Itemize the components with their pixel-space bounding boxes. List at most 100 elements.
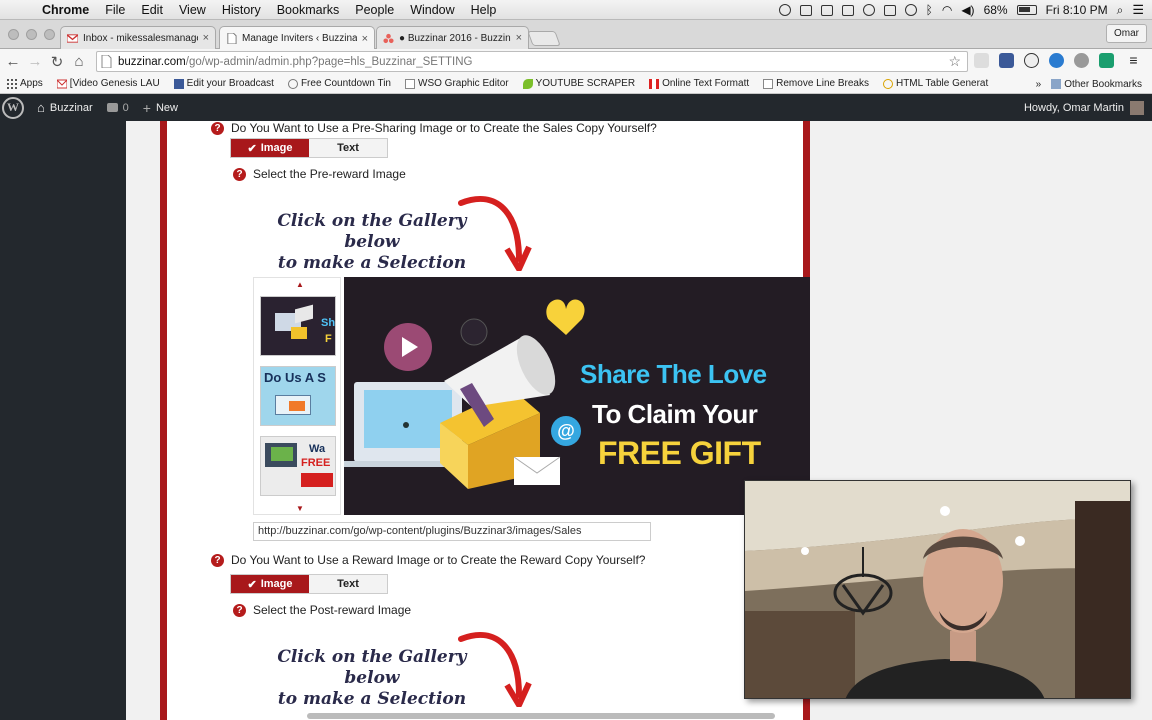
spotlight-search-icon[interactable]: ⌕ <box>1117 3 1124 18</box>
bluetooth-icon[interactable]: ᛒ <box>926 3 933 17</box>
thumbnail-do-us-a-solid[interactable]: Do Us A S <box>260 366 336 426</box>
bookmark-wso-editor[interactable]: WSO Graphic Editor <box>398 78 516 89</box>
bookmarks-overflow-button[interactable]: » <box>1036 79 1042 90</box>
question-text: Do You Want to Use a Reward Image or to … <box>231 553 646 567</box>
help-icon[interactable]: ? <box>211 121 224 135</box>
close-tab-icon[interactable]: × <box>203 32 209 44</box>
battery-icon[interactable] <box>1016 5 1037 15</box>
camera-icon[interactable] <box>883 4 896 16</box>
window-controls <box>8 29 55 40</box>
airplay-icon[interactable] <box>820 4 833 16</box>
image-gallery: ▲ Sh F Do Us A S Wa FREE ▼ @ Share The L… <box>253 277 811 515</box>
help-icon[interactable]: ? <box>211 553 224 567</box>
toggle-image-button[interactable]: ✔ Image <box>231 575 309 593</box>
megaphone-illustration: @ <box>344 299 585 489</box>
admin-sidebar <box>0 121 126 720</box>
scroll-down-arrow-icon[interactable]: ▼ <box>292 504 308 514</box>
site-name: Buzzinar <box>49 101 93 114</box>
menu-file[interactable]: File <box>97 3 133 17</box>
close-window-button[interactable] <box>8 29 19 40</box>
toggle-image-button[interactable]: ✔ Image <box>231 139 309 157</box>
home-icon[interactable]: ⌂ <box>68 53 90 70</box>
flag-icon <box>649 78 660 89</box>
wifi-icon[interactable]: ◠ <box>942 3 952 17</box>
new-content-link[interactable]: + New <box>136 100 185 116</box>
bookmark-countdown[interactable]: Free Countdown Tin <box>281 78 398 89</box>
extension-badge-icon[interactable] <box>1074 53 1089 68</box>
menu-bookmarks[interactable]: Bookmarks <box>269 3 348 17</box>
image-url-input[interactable]: http://buzzinar.com/go/wp-content/plugin… <box>253 522 651 541</box>
curved-arrow-icon <box>458 632 532 707</box>
extension-info-icon[interactable] <box>1024 53 1039 68</box>
forward-arrow-icon[interactable]: → <box>24 53 46 70</box>
help-icon[interactable]: ? <box>233 603 246 617</box>
time-machine-icon[interactable] <box>904 4 917 16</box>
tab-inbox[interactable]: Inbox - mikessalesmanage × <box>60 26 216 49</box>
menu-app-name[interactable]: Chrome <box>34 3 97 17</box>
hint-line: Click on the Gallery below <box>277 211 467 252</box>
minimize-window-button[interactable] <box>26 29 37 40</box>
address-bar[interactable]: buzzinar.com/go/wp-admin/admin.php?page=… <box>96 51 968 72</box>
other-bookmarks[interactable]: Other Bookmarks <box>1051 79 1142 90</box>
thumbnail-want-free[interactable]: Wa FREE <box>260 436 336 496</box>
menu-people[interactable]: People <box>347 3 402 17</box>
menu-help[interactable]: Help <box>463 3 505 17</box>
extension-c-icon[interactable] <box>1049 53 1064 68</box>
extension-y-icon[interactable] <box>1099 53 1114 68</box>
webcam-video <box>745 481 1130 698</box>
close-tab-icon[interactable]: × <box>362 33 368 45</box>
extension-puzzle-icon[interactable] <box>974 53 989 68</box>
comments-link[interactable]: 0 <box>100 102 136 114</box>
question-text: Do You Want to Use a Pre-Sharing Image o… <box>231 121 657 135</box>
menu-view[interactable]: View <box>171 3 214 17</box>
bookmark-remove-line-breaks[interactable]: Remove Line Breaks <box>756 78 876 89</box>
menu-history[interactable]: History <box>214 3 269 17</box>
maximize-window-button[interactable] <box>44 29 55 40</box>
tab-manage-inviters[interactable]: Manage Inviters ‹ Buzzinar × <box>219 26 375 50</box>
scroll-up-arrow-icon[interactable]: ▲ <box>292 280 308 290</box>
bookmark-star-icon[interactable]: ☆ <box>948 53 961 70</box>
volume-icon[interactable]: ◀) <box>961 3 974 17</box>
site-name-link[interactable]: ⌂ Buzzinar <box>30 100 100 115</box>
menu-edit[interactable]: Edit <box>133 3 171 17</box>
status-check-icon[interactable] <box>778 4 791 16</box>
my-account-menu[interactable]: Howdy, Omar Martin <box>1023 100 1144 115</box>
reload-icon[interactable]: ↻ <box>46 53 68 71</box>
notification-center-icon[interactable]: ☰ <box>1132 2 1144 18</box>
page-info-icon[interactable] <box>101 55 112 68</box>
back-arrow-icon[interactable]: ← <box>2 53 24 70</box>
evernote-icon[interactable] <box>799 4 812 16</box>
tab-buzzinar-2016[interactable]: ● Buzzinar 2016 - Buzzina × <box>376 26 529 49</box>
gmail-icon <box>56 79 67 88</box>
howdy-text: Howdy, Omar Martin <box>1023 101 1124 114</box>
info-icon[interactable] <box>862 4 875 16</box>
wp-admin-bar: W ⌂ Buzzinar 0 + New Howdy, Omar Martin <box>0 94 1152 121</box>
clock[interactable]: Fri 8:10 PM <box>1046 3 1108 17</box>
select-pre-reward: ? Select the Pre-reward Image <box>233 167 406 181</box>
hint-line: to make a Selection <box>277 689 467 709</box>
bookmark-text-formatter[interactable]: Online Text Formatt <box>642 78 756 89</box>
facebook-icon[interactable] <box>999 53 1014 68</box>
bookmark-youtube-scraper[interactable]: YOUTUBE SCRAPER <box>516 78 642 89</box>
wordpress-logo-icon[interactable]: W <box>2 96 24 119</box>
thumbnail-share-love[interactable]: Sh F <box>260 296 336 356</box>
horizontal-scrollbar[interactable] <box>307 713 775 719</box>
help-icon[interactable]: ? <box>233 167 246 181</box>
bookmark-label: Apps <box>20 78 43 89</box>
chrome-menu-icon[interactable]: ≡ <box>1126 53 1141 68</box>
bookmark-video-genesis[interactable]: [Video Genesis LAU <box>50 78 167 89</box>
bookmark-edit-broadcast[interactable]: Edit your Broadcast <box>167 78 281 89</box>
bookmark-html-table[interactable]: HTML Table Generat <box>876 78 995 89</box>
menu-window[interactable]: Window <box>402 3 462 17</box>
toggle-text-button[interactable]: Text <box>309 139 387 157</box>
dropbox-icon[interactable] <box>841 4 854 16</box>
new-tab-button[interactable] <box>527 31 561 46</box>
selected-image-preview[interactable]: @ Share The Love To Claim Your FREE GIFT <box>344 277 810 515</box>
toggle-text-button[interactable]: Text <box>309 575 387 593</box>
close-tab-icon[interactable]: × <box>516 32 522 44</box>
toolbar: ← → ↻ ⌂ buzzinar.com/go/wp-admin/admin.p… <box>0 49 1152 74</box>
settings-panel: ? Do You Want to Use a Pre-Sharing Image… <box>160 121 810 720</box>
bookmark-apps[interactable]: Apps <box>0 78 50 89</box>
profile-button[interactable]: Omar <box>1106 24 1147 43</box>
bookmark-label: Free Countdown Tin <box>300 78 391 89</box>
